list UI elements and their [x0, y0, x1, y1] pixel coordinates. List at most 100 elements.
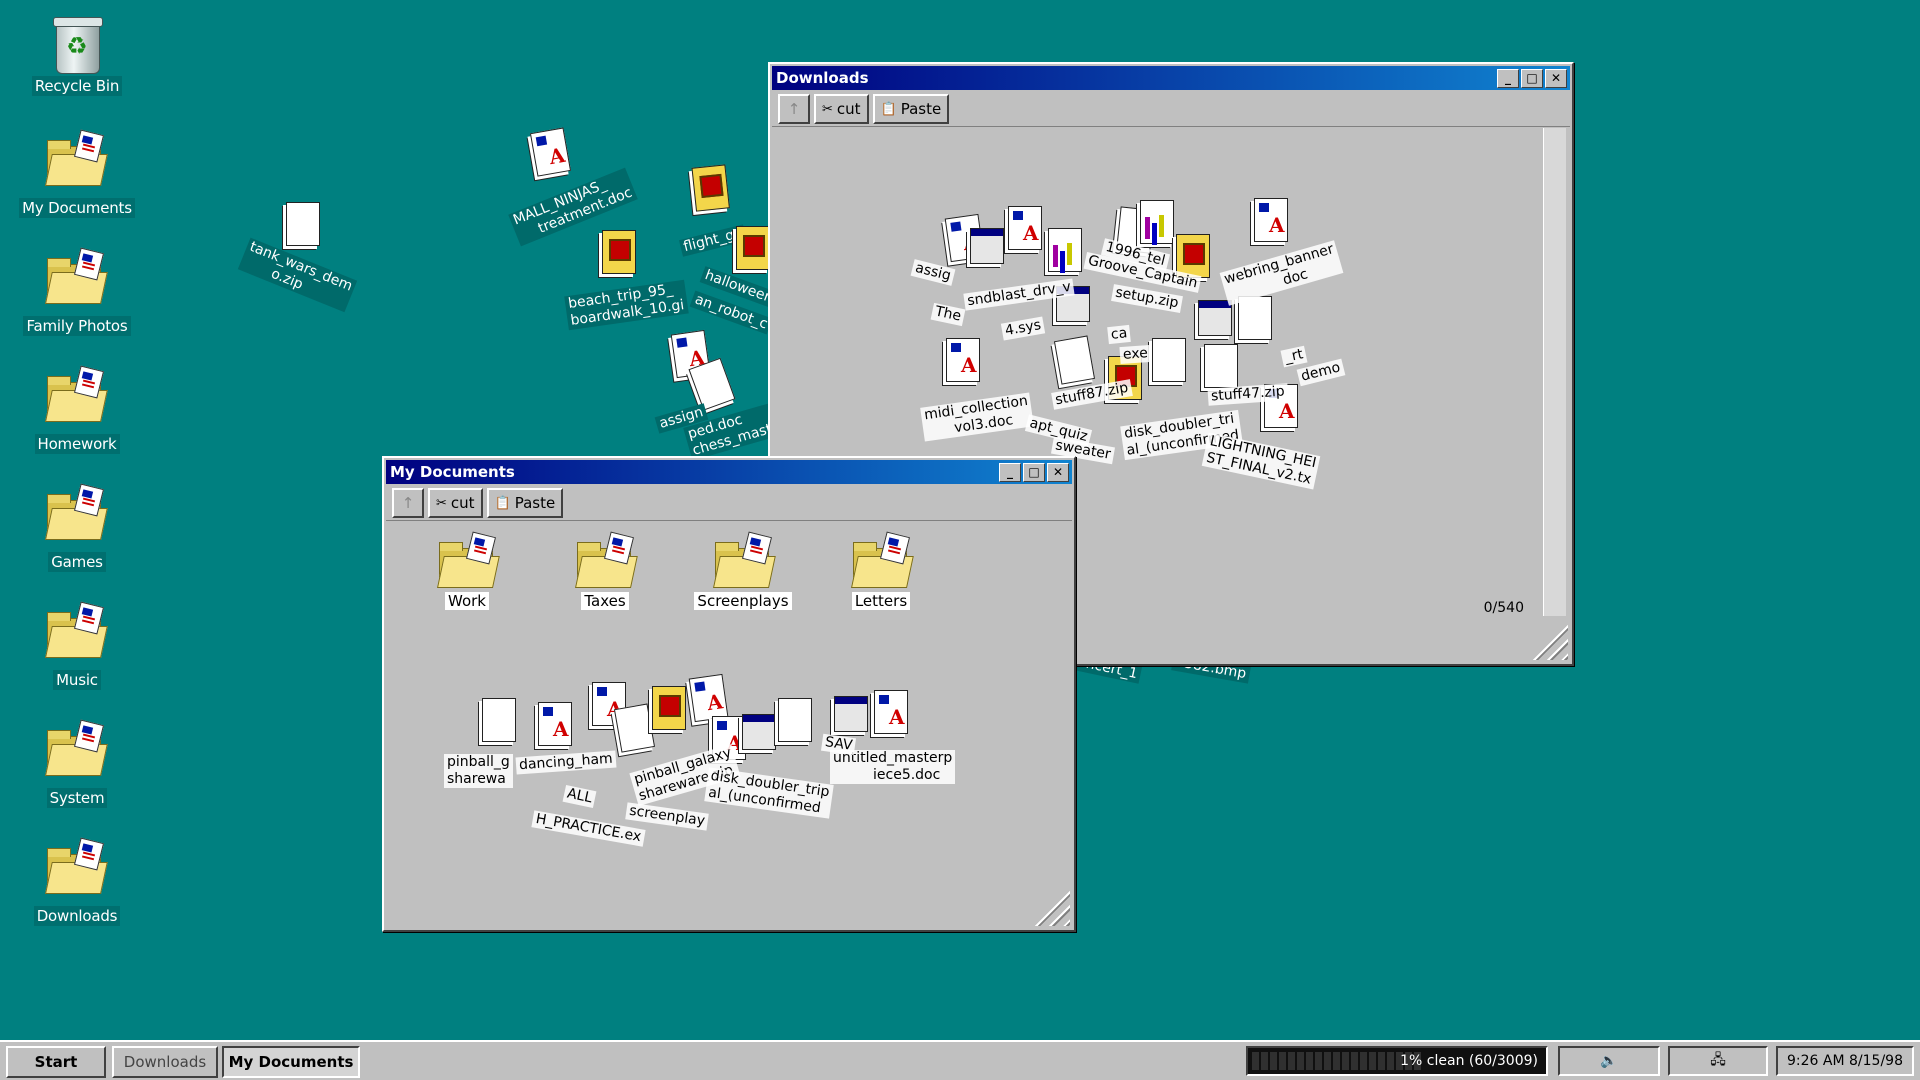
my-documents-window[interactable]: My Documents _ □ ✕ ↑ ✂ cut 📋 Paste Work Ta…	[382, 456, 1076, 932]
my-documents-content: Work Taxes Screenplays Letters pinba	[386, 520, 1072, 928]
desktop-icon-music[interactable]: Music	[14, 601, 140, 690]
file-label: screenplay	[625, 802, 709, 831]
zip-file-icon	[476, 696, 522, 750]
desktop-icon-label: Games	[48, 552, 106, 572]
file-label: exe	[1119, 344, 1152, 365]
desktop-icon-label: My Documents	[19, 198, 135, 218]
paste-button[interactable]: 📋 Paste	[872, 94, 950, 124]
file-label: The	[930, 302, 966, 327]
desktop-icon-label: Recycle Bin	[31, 76, 123, 96]
task-button-downloads[interactable]: Downloads	[112, 1046, 218, 1078]
file-label: _rt	[1280, 345, 1308, 368]
taskbar: Start Downloads My Documents 1% clean (6…	[0, 1040, 1920, 1080]
folder-icon	[45, 719, 108, 776]
folder-icon	[851, 531, 914, 588]
my-documents-file-pile[interactable]: pinball_gsharewa dancing_ham pinball_gal…	[436, 670, 996, 870]
desktop-icon-homework[interactable]: Homework	[14, 365, 140, 454]
folder-icon	[45, 837, 108, 894]
cut-button[interactable]: ✂ cut	[814, 94, 869, 124]
file-label: ALL	[562, 784, 597, 809]
progress-fill	[1252, 1052, 1422, 1070]
cleanup-progress-bar: 1% clean (60/3009)	[1246, 1046, 1548, 1076]
document-file-icon	[868, 688, 914, 742]
document-file-icon	[532, 700, 578, 754]
desktop-icon-recycle-bin[interactable]: ♻ Recycle Bin	[14, 14, 140, 96]
folder-label: Work	[445, 592, 489, 610]
document-file-icon	[524, 124, 579, 185]
close-button[interactable]: ✕	[1047, 463, 1069, 482]
scissors-icon: ✂	[822, 101, 833, 117]
desktop-icon-label: Downloads	[33, 906, 121, 926]
file-label: dancing_ham	[515, 750, 617, 775]
document-file-icon	[1248, 196, 1294, 250]
file-label: disk_doubler_trip al_(unconfirmed	[704, 767, 834, 819]
resize-grip[interactable]	[1532, 624, 1568, 660]
desktop-icon-label: Family Photos	[23, 316, 131, 336]
start-button[interactable]: Start	[6, 1046, 106, 1078]
desktop-file-concert[interactable]: oncert_1	[1072, 653, 1154, 700]
folder-item-screenplays[interactable]: Screenplays	[688, 531, 798, 610]
up-button[interactable]: ↑	[392, 488, 424, 518]
network-icon: 🖧	[1710, 1052, 1726, 1068]
desktop-icon-system[interactable]: System	[14, 719, 140, 808]
tray-clock: 9:26 AM 8/15/98	[1776, 1046, 1914, 1076]
vertical-scrollbar[interactable]	[1543, 128, 1566, 616]
image-file-icon	[596, 228, 642, 282]
zip-file-icon	[772, 696, 818, 750]
zip-file-icon	[280, 200, 326, 254]
folder-icon	[45, 483, 108, 540]
window-title: Downloads	[776, 69, 869, 87]
desktop-file-bmp[interactable]: 5582.bmp	[1171, 653, 1272, 700]
file-label: setup.zip	[1111, 284, 1183, 313]
window-toolbar: ↑ ✂ cut 📋 Paste	[772, 92, 1570, 127]
tray-speaker[interactable]: 🔈	[1558, 1046, 1660, 1076]
file-label: ca	[1107, 324, 1132, 345]
window-toolbar: ↑ ✂ cut 📋 Paste	[386, 486, 1072, 521]
tray-network[interactable]: 🖧	[1668, 1046, 1768, 1076]
maximize-button[interactable]: □	[1521, 69, 1543, 88]
folder-label: Taxes	[581, 592, 629, 610]
folder-item-letters[interactable]: Letters	[826, 531, 936, 610]
desktop-file-assign-chess[interactable]: assign ped.docchess_maste	[654, 329, 786, 461]
desktop-icon-my-documents[interactable]: My Documents	[14, 129, 140, 218]
clock: 9:26 AM 8/15/98	[1787, 1053, 1903, 1069]
chart-file-icon	[1042, 226, 1088, 280]
maximize-button[interactable]: □	[1023, 463, 1045, 482]
scissors-icon: ✂	[436, 495, 447, 511]
folder-item-taxes[interactable]: Taxes	[550, 531, 660, 610]
desktop-icon-games[interactable]: Games	[14, 483, 140, 572]
window-titlebar[interactable]: My Documents _ □ ✕	[386, 460, 1072, 484]
folder-icon	[45, 601, 108, 658]
close-button[interactable]: ✕	[1545, 69, 1567, 88]
zip-file-icon	[1146, 336, 1192, 390]
folder-item-work[interactable]: Work	[412, 531, 522, 610]
folder-icon	[45, 365, 108, 422]
resize-grip[interactable]	[1034, 890, 1070, 926]
folder-label: Screenplays	[694, 592, 792, 610]
recycle-bin-icon: ♻	[50, 14, 104, 74]
item-counter: 0/540	[1481, 600, 1526, 616]
speaker-icon: 🔈	[1600, 1053, 1618, 1069]
folder-icon	[575, 531, 638, 588]
file-label: beach_trip_95_ boardwalk_10.gi	[564, 279, 689, 331]
image-file-icon	[685, 162, 736, 221]
folder-icon	[45, 129, 108, 186]
progress-text: 1% clean (60/3009)	[1400, 1053, 1538, 1069]
folder-icon	[713, 531, 776, 588]
minimize-button[interactable]: _	[1497, 69, 1519, 88]
document-file-icon	[940, 336, 986, 390]
file-label: midi_collection vol3.doc	[920, 392, 1035, 442]
window-titlebar[interactable]: Downloads _ □ ✕	[772, 66, 1570, 90]
desktop-icon-family-photos[interactable]: Family Photos	[14, 247, 140, 336]
window-title: My Documents	[390, 463, 515, 481]
file-label: 4.sys	[1000, 316, 1046, 341]
task-button-my-documents[interactable]: My Documents	[222, 1046, 360, 1078]
desktop-icon-label: Music	[53, 670, 101, 690]
minimize-button[interactable]: _	[999, 463, 1021, 482]
desktop-file-tank-wars[interactable]: tank_wars_dem o.zip	[237, 200, 360, 320]
desktop-icon-downloads[interactable]: Downloads	[14, 837, 140, 926]
cut-button[interactable]: ✂ cut	[428, 488, 483, 518]
paste-button[interactable]: 📋 Paste	[486, 488, 564, 518]
up-button[interactable]: ↑	[778, 94, 810, 124]
desktop-icon-label: System	[46, 788, 108, 808]
